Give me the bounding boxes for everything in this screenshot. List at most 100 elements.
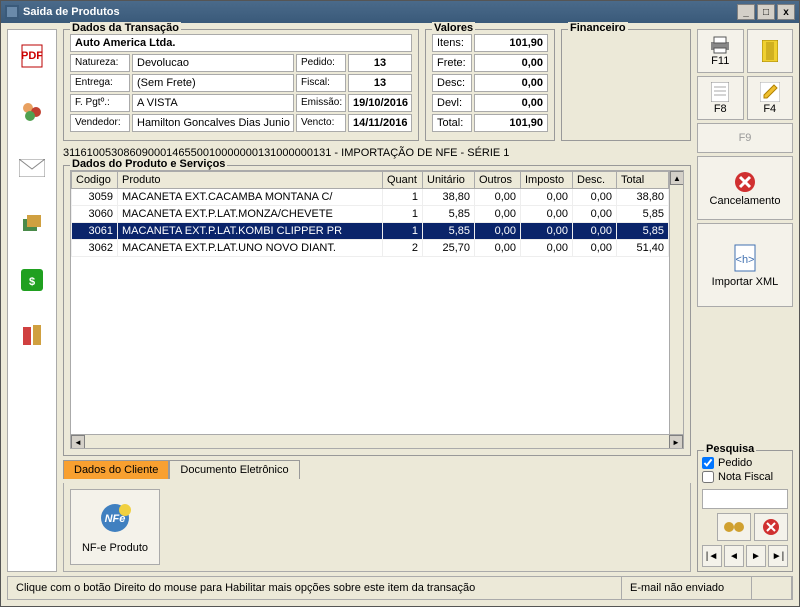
print-button[interactable]: F11	[697, 29, 744, 73]
tab-documento-eletronico[interactable]: Documento Eletrônico	[169, 460, 299, 479]
cell-quant: 1	[383, 189, 423, 206]
edit-button[interactable]: F4	[747, 76, 794, 120]
entrega-value: (Sem Frete)	[132, 74, 294, 92]
scrollbar-vertical[interactable]: ▲	[669, 171, 683, 434]
col-total[interactable]: Total	[617, 172, 669, 189]
f8-label: F8	[714, 103, 727, 115]
cell-total: 5,85	[617, 206, 669, 223]
money-icon[interactable]: $	[16, 264, 48, 296]
col-codigo[interactable]: Codigo	[72, 172, 118, 189]
col-imposto[interactable]: Imposto	[521, 172, 573, 189]
exit-button[interactable]	[747, 29, 794, 73]
search-input[interactable]	[702, 489, 788, 509]
nota-checkbox[interactable]	[702, 471, 714, 483]
entrega-label: Entrega:	[70, 74, 130, 92]
receipt-button[interactable]: F8	[697, 76, 744, 120]
nav-next-button[interactable]: ►	[746, 545, 766, 567]
table-header-row: Codigo Produto Quant Unitário Outros Imp…	[72, 172, 683, 189]
nfe-produto-label: NF-e Produto	[82, 542, 148, 554]
f9-button[interactable]: F9	[697, 123, 793, 153]
scroll-left-icon[interactable]: ◄	[71, 435, 85, 449]
search-button[interactable]	[717, 513, 751, 541]
nfe-produto-button[interactable]: NFe NF-e Produto	[70, 489, 160, 565]
col-desc[interactable]: Desc.	[573, 172, 617, 189]
cell-imposto: 0,00	[521, 206, 573, 223]
vencto-label: Vencto:	[296, 114, 346, 132]
table-row[interactable]: 3062MACANETA EXT.P.LAT.UNO NOVO DIANT.22…	[72, 240, 683, 257]
valores-legend: Valores	[432, 22, 475, 34]
nav-prev-button[interactable]: ◄	[724, 545, 744, 567]
f11-label: F11	[711, 55, 729, 67]
cell-produto: MACANETA EXT.CACAMBA MONTANA C/	[118, 189, 383, 206]
col-produto[interactable]: Produto	[118, 172, 383, 189]
pedido-checkbox[interactable]	[702, 457, 714, 469]
statusbar: Clique com o botão Direito do mouse para…	[7, 576, 793, 600]
cancel-label: Cancelamento	[710, 195, 781, 207]
pdf-icon[interactable]: PDF	[16, 40, 48, 72]
f9-label: F9	[739, 132, 752, 144]
nav-first-button[interactable]: |◄	[702, 545, 722, 567]
tab-dados-cliente[interactable]: Dados do Cliente	[63, 460, 169, 479]
import-xml-button[interactable]: <h> Importar XML	[697, 223, 793, 307]
cell-total: 38,80	[617, 189, 669, 206]
pedido-label: Pedido:	[296, 54, 346, 72]
table-row[interactable]: 3059MACANETA EXT.CACAMBA MONTANA C/138,8…	[72, 189, 683, 206]
table-row[interactable]: 3061MACANETA EXT.P.LAT.KOMBI CLIPPER PR1…	[72, 223, 683, 240]
nota-chk-label: Nota Fiscal	[718, 471, 773, 483]
cell-quant: 2	[383, 240, 423, 257]
table-row[interactable]: 3060MACANETA EXT.P.LAT.MONZA/CHEVETE1 5,8…	[72, 206, 683, 223]
products-table[interactable]: Codigo Produto Quant Unitário Outros Imp…	[71, 171, 683, 257]
fiscal-value: 13	[348, 74, 412, 92]
pesquisa-legend: Pesquisa	[704, 443, 756, 455]
cell-unitario: 25,70	[423, 240, 475, 257]
vendedor-label: Vendedor:	[70, 114, 130, 132]
scrollbar-horizontal[interactable]: ◄ ►	[71, 434, 683, 448]
cell-outros: 0,00	[475, 189, 521, 206]
cell-desc: 0,00	[573, 189, 617, 206]
fpgto-label: F. Pgtº.:	[70, 94, 130, 112]
scroll-right-icon[interactable]: ►	[669, 435, 683, 449]
users-icon[interactable]	[16, 96, 48, 128]
pedido-checkbox-row[interactable]: Pedido	[702, 457, 788, 469]
nota-checkbox-row[interactable]: Nota Fiscal	[702, 471, 788, 483]
maximize-button[interactable]: □	[757, 4, 775, 20]
cancel-button[interactable]: Cancelamento	[697, 156, 793, 220]
box-icon[interactable]	[16, 208, 48, 240]
fiscal-label: Fiscal:	[296, 74, 346, 92]
col-quant[interactable]: Quant	[383, 172, 423, 189]
scroll-up-icon[interactable]: ▲	[670, 171, 684, 185]
transacao-fieldset: Dados da Transação Auto America Ltda. Na…	[63, 29, 419, 141]
status-spacer	[752, 577, 792, 599]
bottom-tabs: Dados do Cliente Documento Eletrônico	[63, 460, 691, 479]
cell-desc: 0,00	[573, 206, 617, 223]
cell-quant: 1	[383, 206, 423, 223]
window: Saida de Produtos _ □ x PDF $ Dados da T…	[0, 0, 800, 607]
emissao-label: Emissão:	[296, 94, 346, 112]
itens-value: 101,90	[474, 34, 548, 52]
window-body: PDF $ Dados da Transação Auto America Lt…	[1, 23, 799, 606]
close-button[interactable]: x	[777, 4, 795, 20]
svg-text:<h>: <h>	[736, 254, 755, 266]
clear-search-button[interactable]	[754, 513, 788, 541]
mail-icon[interactable]	[16, 152, 48, 184]
vendedor-value: Hamilton Goncalves Dias Junio	[132, 114, 294, 132]
tools-icon[interactable]	[16, 320, 48, 352]
window-title: Saida de Produtos	[19, 6, 735, 18]
financeiro-legend: Financeiro	[568, 22, 628, 34]
col-unitario[interactable]: Unitário	[423, 172, 475, 189]
minimize-button[interactable]: _	[737, 4, 755, 20]
col-outros[interactable]: Outros	[475, 172, 521, 189]
produtos-fieldset: Dados do Produto e Serviços Codigo Produ…	[63, 165, 691, 456]
cell-imposto: 0,00	[521, 189, 573, 206]
status-hint: Clique com o botão Direito do mouse para…	[8, 577, 622, 599]
titlebar: Saida de Produtos _ □ x	[1, 1, 799, 23]
cell-codigo: 3060	[72, 206, 118, 223]
app-icon	[5, 5, 19, 19]
devl-label: Devl:	[432, 94, 472, 112]
cancel-icon	[733, 170, 757, 194]
cell-produto: MACANETA EXT.P.LAT.MONZA/CHEVETE	[118, 206, 383, 223]
cell-imposto: 0,00	[521, 223, 573, 240]
devl-value: 0,00	[474, 94, 548, 112]
cell-unitario: 38,80	[423, 189, 475, 206]
nav-last-button[interactable]: ►|	[768, 545, 788, 567]
